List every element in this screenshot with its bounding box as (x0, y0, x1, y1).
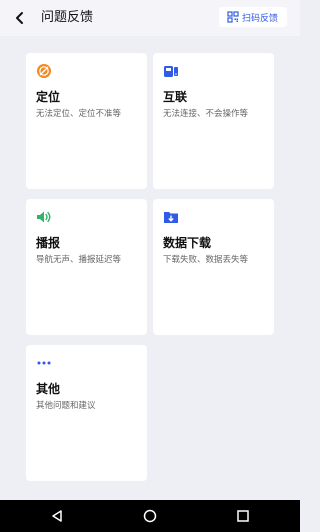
card-data-download-desc: 下载失败、数据丢失等 (163, 255, 249, 265)
card-broadcast-title: 播报 (36, 236, 61, 250)
card-location[interactable]: 定位 无法定位、定位不准等 (26, 53, 147, 189)
card-location-title: 定位 (36, 90, 61, 104)
card-connect[interactable]: 互联 无法连接、不会操作等 (153, 53, 274, 189)
card-connect-desc: 无法连接、不会操作等 (163, 109, 249, 119)
card-data-download-title: 数据下载 (163, 236, 212, 250)
home-circle-icon (143, 509, 157, 523)
location-icon (37, 64, 51, 78)
card-other-desc: 其他问题和建议 (36, 401, 96, 411)
card-connect-title: 互联 (163, 90, 188, 104)
nav-recents-button[interactable] (234, 507, 252, 525)
nav-home-button[interactable] (141, 507, 159, 525)
card-other[interactable]: 其他 其他问题和建议 (26, 345, 147, 481)
back-button[interactable] (10, 8, 30, 28)
card-broadcast-desc: 导航无声、播报延迟等 (36, 255, 122, 265)
scan-feedback-button[interactable]: 扫码反馈 (219, 7, 287, 27)
nav-back-button[interactable] (48, 507, 66, 525)
card-location-desc: 无法定位、定位不准等 (36, 109, 122, 119)
back-arrow-icon (16, 12, 23, 24)
card-broadcast[interactable]: 播报 导航无声、播报延迟等 (26, 199, 147, 335)
card-data-download[interactable]: 数据下载 下载失败、数据丢失等 (153, 199, 274, 335)
recents-square-icon (237, 510, 249, 522)
qr-scan-icon (227, 11, 239, 23)
speaker-icon (37, 211, 51, 223)
more-dots-icon (37, 361, 51, 365)
download-folder-icon (164, 212, 178, 223)
car-connect-icon (164, 66, 178, 77)
page-title: 问题反馈 (41, 10, 94, 25)
system-nav-bar (0, 500, 300, 532)
card-other-title: 其他 (36, 382, 61, 396)
scan-feedback-label: 扫码反馈 (242, 13, 279, 24)
app-header: 问题反馈 扫码反馈 (0, 0, 300, 36)
back-triangle-icon (52, 510, 62, 522)
